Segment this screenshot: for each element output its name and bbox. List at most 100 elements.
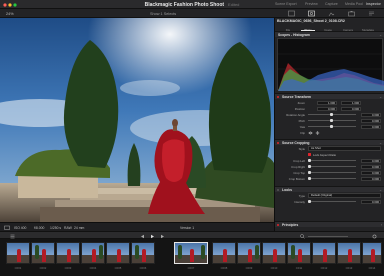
shutter-value: 1/250 s [50, 225, 62, 230]
position-y-field[interactable]: 0.000 [341, 106, 361, 111]
rotation-field[interactable]: 0.000 [361, 112, 381, 117]
crop-bottom-slider[interactable] [308, 176, 356, 181]
camera-icon [4, 225, 10, 230]
yaw-field[interactable]: 0.000 [361, 124, 381, 129]
thumbnail[interactable] [312, 242, 336, 264]
thumbnail[interactable] [106, 242, 130, 264]
toolbar: 24% Show 1 Selects [0, 9, 384, 18]
crop-style-row: Style As Shot [275, 146, 384, 151]
scopes-header[interactable]: Scopes - Histogram ⌄ [275, 31, 384, 37]
principles-header[interactable]: Principles › [275, 221, 384, 227]
zoom-y-field[interactable]: 1.000 [341, 100, 361, 105]
thumbnail-label: C006 [139, 266, 147, 270]
menu-preview[interactable]: Preview [305, 2, 318, 6]
enabled-indicator[interactable] [277, 141, 280, 145]
thumbnail-label: C012 [320, 266, 328, 270]
crop-top-slider[interactable] [308, 170, 356, 175]
flip-vertical-icon[interactable] [315, 130, 320, 135]
disabled-indicator[interactable] [277, 188, 280, 192]
edited-label: Edited [228, 1, 240, 7]
yaw-row: Yaw 0.000 [299, 124, 381, 129]
tab-metadata[interactable]: Metadata [361, 24, 375, 32]
camera-tab-icon[interactable] [346, 10, 358, 17]
filmstrip: C001 C002 C003 C004 C005 C006 C007 C008 … [0, 239, 384, 276]
photo-viewer[interactable] [0, 18, 274, 222]
crop-bottom-field[interactable]: 0.000 [361, 176, 381, 181]
enabled-indicator[interactable] [277, 95, 280, 99]
selection-dropdown[interactable]: Show 1 Selects [150, 12, 176, 16]
pitch-row: Pitch 0.000 [298, 118, 381, 123]
lock-aspect-checkbox[interactable] [308, 152, 311, 156]
thumbnail[interactable] [337, 242, 361, 264]
thumbnail[interactable] [287, 242, 311, 264]
tab-photo[interactable]: Photo [301, 24, 315, 32]
play-icon[interactable] [150, 234, 155, 239]
chevron-down-icon: ⌄ [379, 140, 382, 145]
crop-right-field[interactable]: 0.000 [361, 164, 381, 169]
thumbnail-label: C011 [295, 266, 303, 270]
crop-top-field[interactable]: 0.000 [361, 170, 381, 175]
menu-media-pool[interactable]: Media Pool [345, 2, 363, 6]
tab-image[interactable]: Image [321, 24, 335, 32]
flip-row: Flip [275, 130, 384, 135]
metadata-tab-icon[interactable] [366, 10, 378, 17]
source-cropping-header[interactable]: Source Cropping ⌄ [275, 139, 384, 145]
crop-right-slider[interactable] [308, 164, 356, 169]
inspector-panel: BLACKMAGIC_0656_Shoot 2_0108.CR2 File Ph… [274, 18, 384, 231]
crop-style-dropdown[interactable]: As Shot [308, 146, 381, 151]
thumbnail-label: C005 [114, 266, 122, 270]
source-transform-header[interactable]: Source Transform ⌄ [275, 93, 384, 99]
tab-camera[interactable]: Camera [341, 24, 355, 32]
thumbnail-label: C009 [245, 266, 253, 270]
zoom-level[interactable]: 24% [6, 12, 14, 16]
playback-control-bar [0, 231, 384, 239]
lock-aspect-row: Lock Aspect Ratio [275, 152, 384, 157]
looks-header[interactable]: Looks ⌄ [275, 186, 384, 192]
zoom-out-icon[interactable] [300, 233, 305, 239]
thumbnail[interactable] [31, 242, 55, 264]
list-view-icon[interactable] [10, 234, 15, 239]
thumbnail[interactable] [362, 242, 382, 264]
iso-value: ISO 400 [14, 225, 27, 230]
version-label[interactable]: Version 1 [180, 226, 194, 230]
chevron-down-icon: ⌄ [379, 187, 382, 192]
flip-horizontal-icon[interactable] [308, 130, 313, 135]
thumbnail[interactable] [6, 242, 30, 264]
yaw-slider[interactable] [308, 124, 356, 129]
thumbnail[interactable] [237, 242, 261, 264]
photo-tab-icon[interactable] [306, 10, 318, 17]
title-bar: Blackmagic Fashion Photo Shoot Edited Sce… [0, 0, 384, 9]
thumbnail-selected[interactable] [174, 242, 208, 264]
thumbnail[interactable] [262, 242, 286, 264]
thumbnail-label: C003 [64, 266, 72, 270]
previous-icon[interactable] [140, 234, 145, 239]
tab-file[interactable]: File [281, 24, 295, 32]
grid-view-icon[interactable] [286, 10, 298, 17]
settings-icon[interactable] [372, 234, 377, 239]
image-tab-icon[interactable] [326, 10, 338, 17]
intensity-field[interactable]: 0.000 [361, 199, 381, 204]
menu-capture[interactable]: Capture [325, 2, 338, 6]
position-x-field[interactable]: 0.000 [317, 106, 337, 111]
enabled-indicator[interactable] [277, 223, 280, 227]
thumbnail[interactable] [56, 242, 80, 264]
thumbnail[interactable] [212, 242, 236, 264]
crop-left-field[interactable]: 0.000 [361, 158, 381, 163]
intensity-slider[interactable] [308, 199, 356, 204]
next-icon[interactable] [160, 234, 165, 239]
menu-inspector[interactable]: Inspector [366, 2, 381, 6]
focal-length-value: 24 mm [74, 225, 85, 230]
thumbnail[interactable] [131, 242, 155, 264]
zoom-x-field[interactable]: 1.000 [317, 100, 337, 105]
crop-left-slider[interactable] [308, 158, 356, 163]
pitch-slider[interactable] [308, 118, 356, 123]
look-type-row: Type Default (Original) [275, 193, 384, 198]
thumbnail-label: C007 [187, 266, 195, 270]
position-row: Position 0.000 0.000 [294, 106, 361, 111]
rotation-slider[interactable] [308, 112, 356, 117]
menu-scene-export[interactable]: Scene Export [275, 2, 297, 6]
look-type-dropdown[interactable]: Default (Original) [308, 193, 381, 198]
thumbnail-size-slider[interactable] [308, 235, 348, 237]
pitch-field[interactable]: 0.000 [361, 118, 381, 123]
thumbnail[interactable] [81, 242, 105, 264]
